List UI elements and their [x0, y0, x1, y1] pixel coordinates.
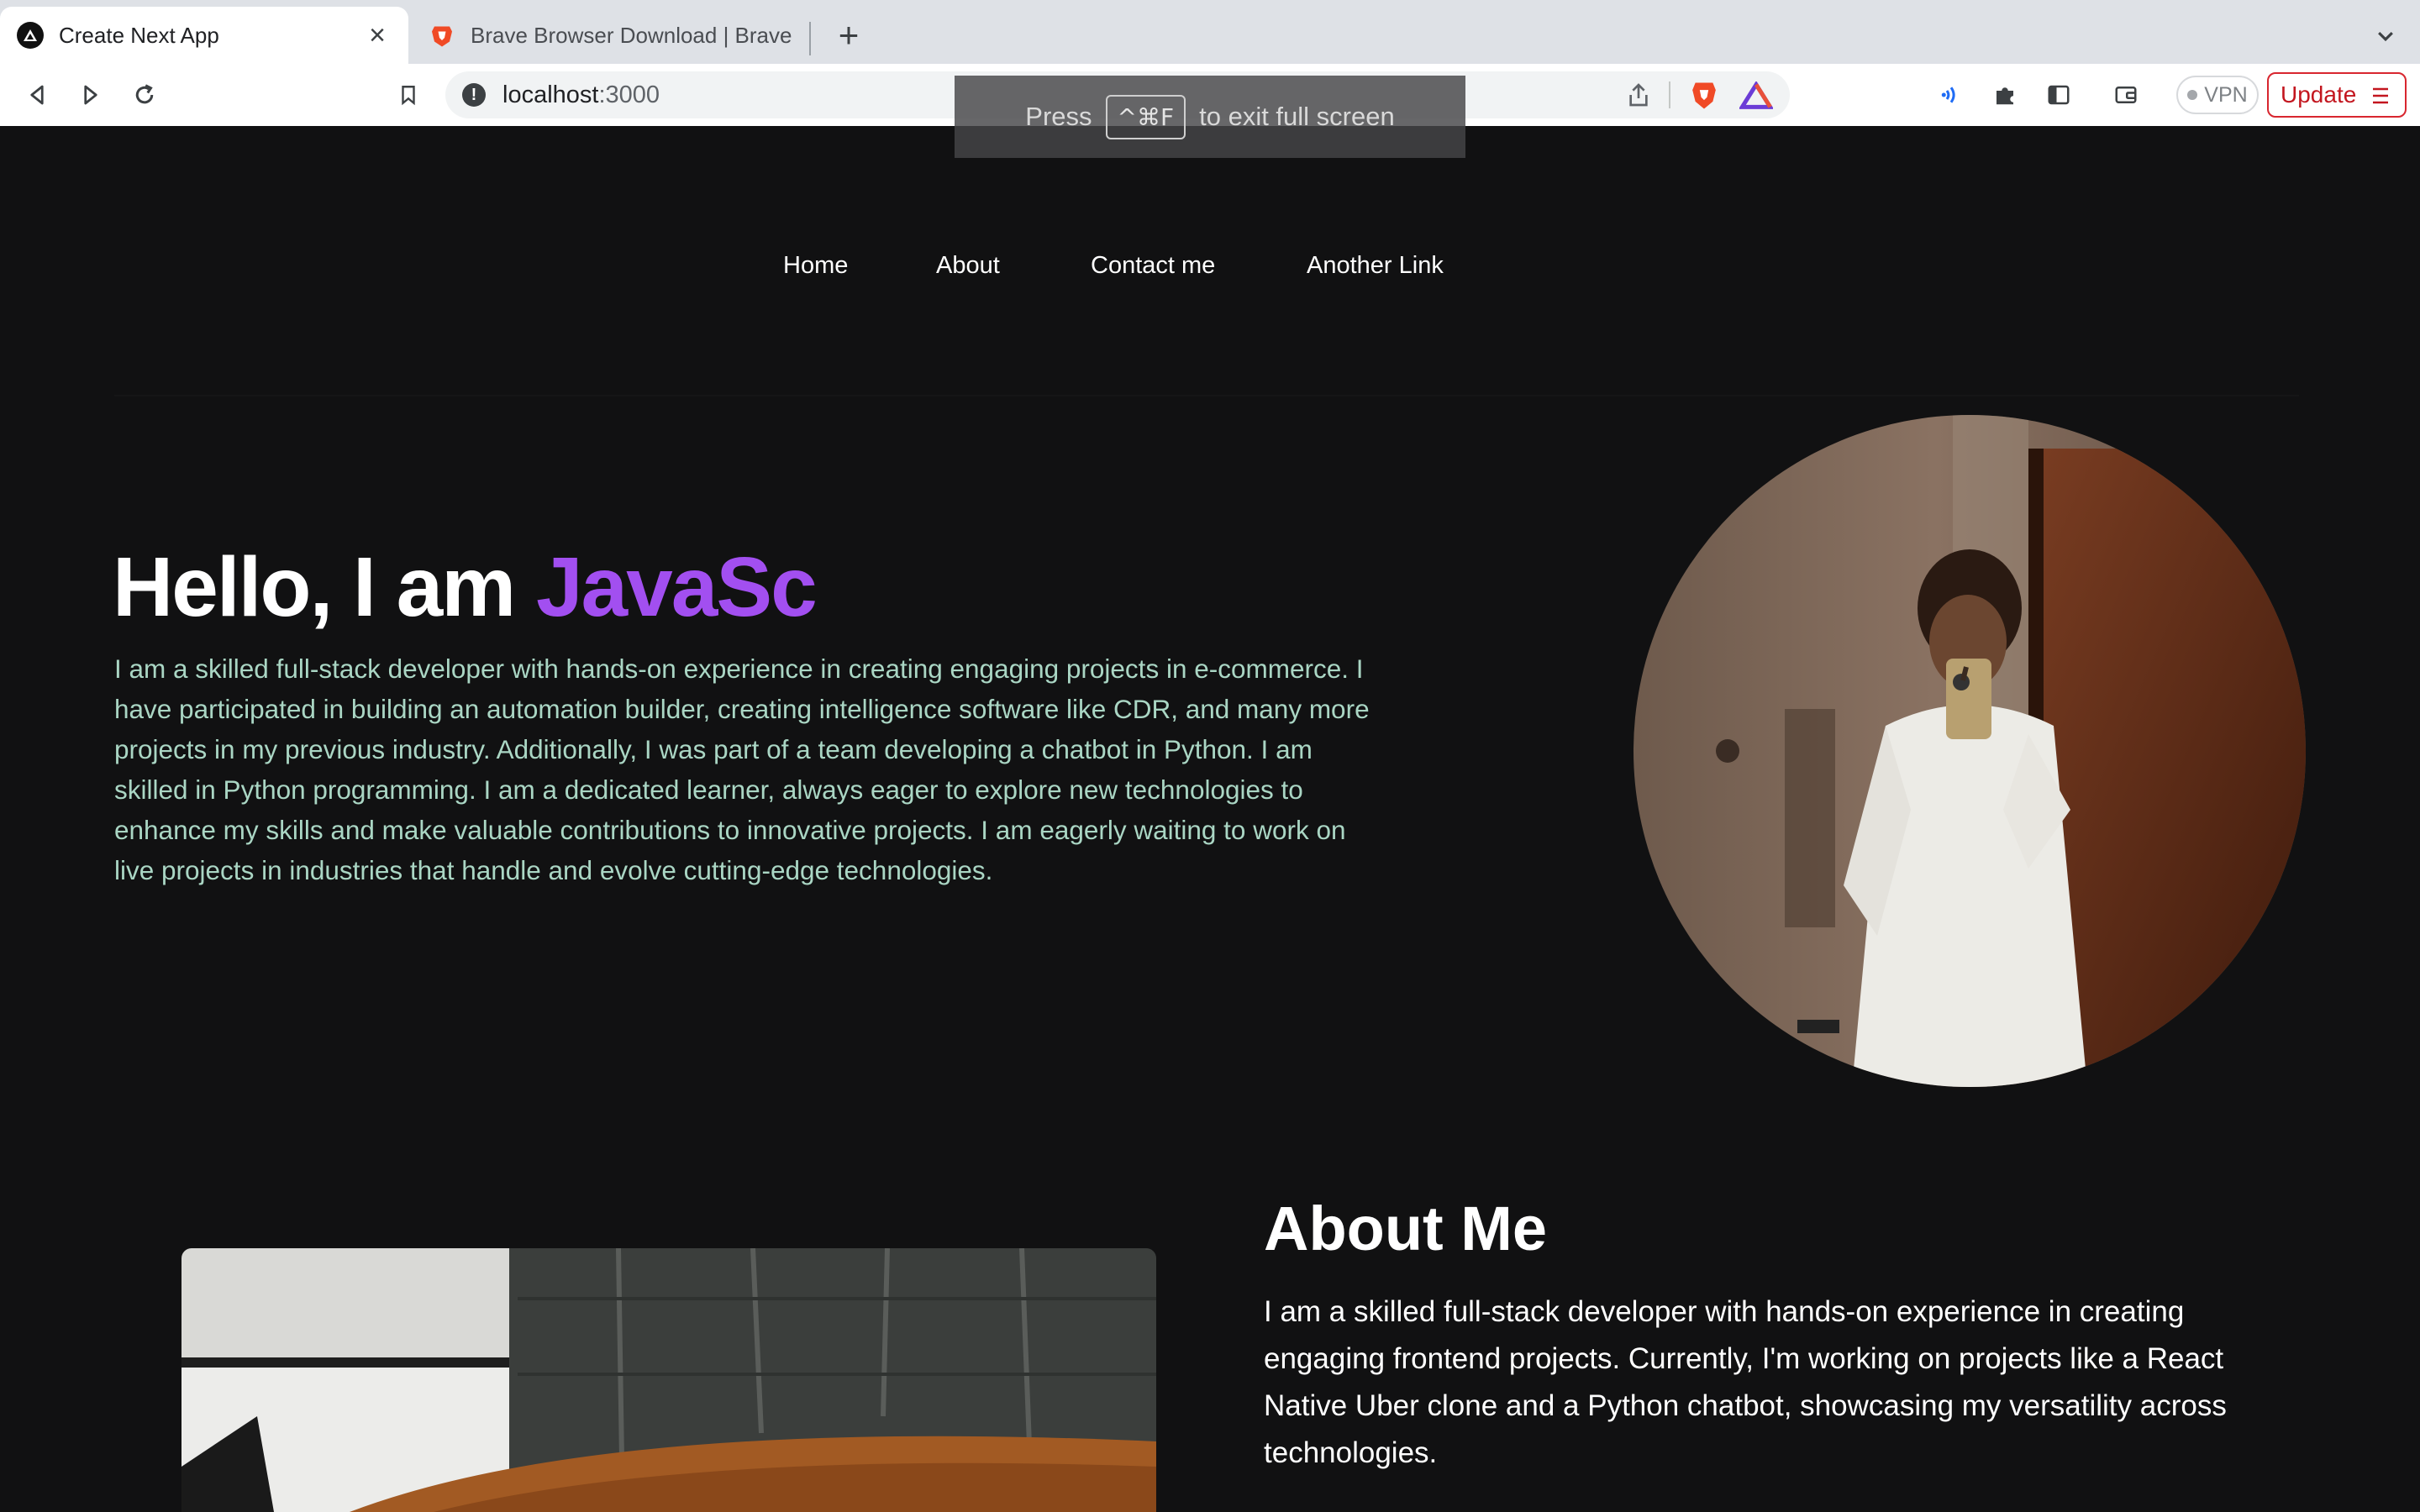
extensions-button[interactable] [1986, 76, 2023, 113]
brave-shields-icon[interactable] [1689, 80, 1719, 112]
fullscreen-notice-prefix: Press [1025, 102, 1092, 131]
bookmark-icon [402, 86, 415, 106]
update-label: Update [2281, 81, 2357, 108]
nav-link-another[interactable]: Another Link [1307, 252, 1444, 280]
browser-tab-strip: Create Next App × Brave Browser Download… [0, 0, 2420, 64]
fullscreen-notice-suffix: to exit full screen [1199, 102, 1395, 131]
hero-title-typed: JavaSc [535, 540, 818, 634]
sidebar-toggle-button[interactable] [2040, 76, 2077, 113]
about-title: About Me [1264, 1194, 1548, 1263]
nav-link-about[interactable]: About [936, 252, 1000, 280]
nav-link-home[interactable]: Home [783, 252, 848, 280]
wallet-icon [2115, 87, 2137, 103]
nav-link-contact[interactable]: Contact me [1091, 252, 1215, 280]
reload-button[interactable] [126, 76, 163, 113]
omnibox-separator [1669, 81, 1670, 108]
bookmark-button[interactable] [390, 76, 427, 113]
keyboard-shortcut-key: ^⌘F [1105, 94, 1186, 139]
nextjs-icon [17, 22, 44, 49]
nav-divider [114, 395, 2299, 396]
sidebar-icon [2048, 85, 2070, 105]
tab-search-chevron-icon[interactable] [2371, 22, 2400, 50]
forward-button[interactable] [72, 76, 109, 113]
profile-photo [1634, 415, 2306, 1087]
forward-icon [84, 85, 97, 105]
hamburger-menu-icon [2373, 87, 2388, 104]
site-navigation: Home About Contact me Another Link [0, 252, 2420, 289]
close-tab-icon[interactable]: × [363, 21, 392, 50]
hero-title: Hello, I am JavaSc [113, 539, 818, 636]
about-text: I am a skilled full-stack developer with… [1264, 1295, 2227, 1469]
brave-rewards-icon[interactable] [1739, 81, 1773, 110]
vpn-status-dot [2187, 90, 2198, 100]
update-button[interactable]: Update [2267, 72, 2407, 118]
tab-title: Brave Browser Download | Brave [471, 22, 792, 48]
site-info-icon[interactable]: ! [462, 83, 486, 107]
tab-brave-download[interactable]: Brave Browser Download | Brave [412, 7, 810, 64]
speedreader-button[interactable] [1933, 76, 1970, 113]
share-icon[interactable] [1625, 81, 1652, 108]
back-button[interactable] [18, 76, 55, 113]
speedreader-icon [1941, 87, 1955, 103]
hero-bio: I am a skilled full-stack developer with… [114, 654, 1370, 885]
puzzle-icon [1996, 87, 2013, 105]
fullscreen-exit-notice: Press ^⌘F to exit full screen [955, 76, 1465, 158]
back-icon [30, 85, 44, 105]
tab-title: Create Next App [59, 22, 219, 48]
about-image [182, 1248, 1156, 1512]
tab-separator [809, 22, 811, 55]
vpn-label: VPN [2204, 82, 2248, 107]
tab-create-next-app[interactable]: Create Next App × [0, 7, 408, 64]
url-text[interactable]: localhost:3000 [502, 81, 660, 109]
vpn-button[interactable]: VPN [2176, 76, 2259, 114]
new-tab-button[interactable]: + [832, 15, 865, 55]
hero-title-static: Hello, I am [113, 540, 536, 634]
brave-icon [429, 22, 455, 49]
reload-icon [135, 84, 154, 104]
wallet-button[interactable] [2107, 76, 2144, 113]
